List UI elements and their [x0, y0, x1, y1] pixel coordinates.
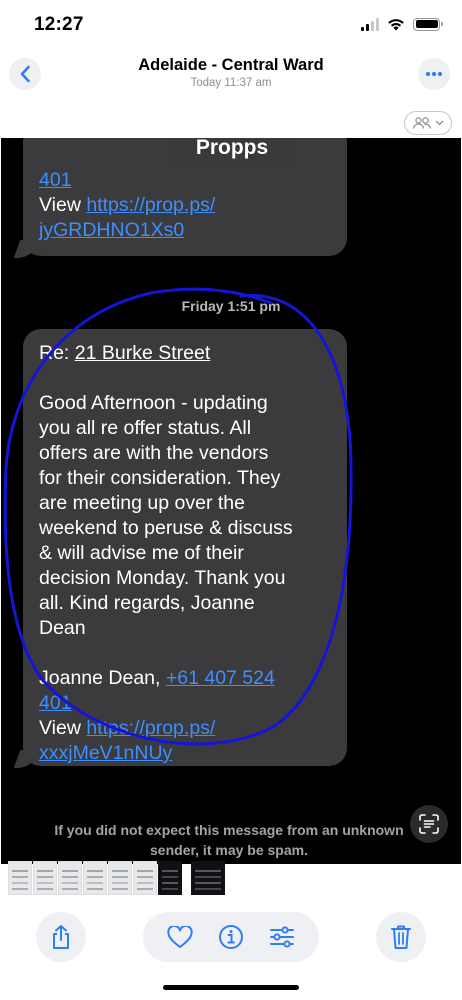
- live-text-button[interactable]: [410, 805, 448, 843]
- thumbnail-current[interactable]: [191, 861, 225, 895]
- share-button[interactable]: [36, 912, 86, 962]
- trash-icon: [391, 925, 411, 949]
- view-label: View: [39, 194, 87, 216]
- album-title: Adelaide - Central Ward: [138, 56, 324, 74]
- thumbnail[interactable]: [158, 861, 182, 895]
- thumbnail[interactable]: [108, 861, 132, 895]
- view-label: View: [39, 717, 87, 739]
- more-button[interactable]: [418, 58, 450, 90]
- cellular-signal-icon: [361, 17, 379, 31]
- spam-warning-line: sender, it may be spam.: [150, 842, 308, 858]
- message2-body-line: all. Kind regards, Joanne: [39, 592, 255, 614]
- message2-body-line: weekend to peruse & discuss: [39, 517, 293, 539]
- thumbnail[interactable]: [58, 861, 82, 895]
- home-indicator: [163, 985, 299, 990]
- message2-body-line: Good Afternoon - updating: [39, 392, 268, 414]
- thumbnail[interactable]: [83, 861, 107, 895]
- people-icon: [412, 117, 432, 129]
- heart-icon: [167, 925, 193, 948]
- sliders-icon: [269, 926, 294, 948]
- message2-body-line: decision Monday. Thank you: [39, 567, 286, 589]
- status-icons: [361, 17, 443, 31]
- people-button[interactable]: [404, 111, 452, 135]
- message2-body-line: for their consideration. They: [39, 467, 281, 489]
- message2-subject: 21 Burke Street: [74, 342, 211, 364]
- message2-body-line: Dean: [39, 617, 86, 639]
- message-day-stamp: Friday 1:51 pm: [181, 298, 281, 314]
- message1-link: https://prop.ps/: [86, 194, 216, 216]
- photo-header: Adelaide - Central Ward Today 11:37 am: [0, 48, 462, 110]
- bottom-toolbar: [0, 912, 462, 966]
- adjust-button[interactable]: [264, 919, 300, 955]
- favorite-button[interactable]: [162, 919, 198, 955]
- message-screenshot[interactable]: 401 View https://prop.ps/ jyGRDHNO1Xs0 P…: [1, 138, 461, 864]
- photo-timestamp: Today 11:37 am: [190, 77, 272, 89]
- message2-subject-line: Re: 21 Burke Street: [39, 341, 331, 366]
- message2-view-line: View https://prop.ps/: [39, 716, 331, 741]
- message2-link: https://prop.ps/: [86, 717, 216, 739]
- spam-warning-line: If you did not expect this message from …: [54, 822, 404, 838]
- thumbnail[interactable]: [33, 861, 57, 895]
- info-icon: [218, 925, 243, 949]
- message1-link-continued: jyGRDHNO1Xs0: [39, 219, 185, 241]
- info-button[interactable]: [213, 919, 249, 955]
- live-text-icon: [419, 814, 439, 834]
- message1-view-line: View https://prop.ps/: [39, 193, 331, 218]
- message2-body-line: offers are with the vendors: [39, 442, 269, 464]
- wifi-icon: [388, 19, 404, 31]
- status-time: 12:27: [34, 14, 84, 35]
- chevron-down-icon: [435, 120, 444, 126]
- thumbnail[interactable]: [133, 861, 157, 895]
- photo-actions-group: [143, 912, 319, 962]
- ellipsis-icon: [425, 71, 443, 77]
- message2-body-line: you all re offer status. All: [39, 417, 252, 439]
- status-bar: 12:27: [0, 0, 462, 52]
- share-icon: [53, 925, 69, 949]
- signature-name: Joanne Dean,: [39, 667, 166, 689]
- thumbnail-strip: [8, 861, 233, 895]
- re-label: Re:: [39, 342, 75, 364]
- message2-body-line: & will advise me of their: [39, 542, 244, 564]
- delete-button[interactable]: [376, 912, 426, 962]
- phone-link-continued: 401: [39, 692, 72, 714]
- message2-link-continued: xxxjMeV1nNUy: [39, 742, 173, 764]
- message-bubble-2: Re: 21 Burke Street Good Afternoon - upd…: [23, 329, 347, 766]
- message2-signature-line: Joanne Dean, +61 407 524: [39, 666, 331, 691]
- sender-name: Propps: [173, 138, 291, 166]
- message1-text-line: 401: [39, 169, 72, 191]
- spam-warning: If you did not expect this message from …: [29, 820, 429, 860]
- phone-link: +61 407 524: [165, 667, 275, 689]
- message2-body-line: are meeting up over the: [39, 492, 245, 514]
- battery-icon: [413, 17, 443, 31]
- thumbnail[interactable]: [8, 861, 32, 895]
